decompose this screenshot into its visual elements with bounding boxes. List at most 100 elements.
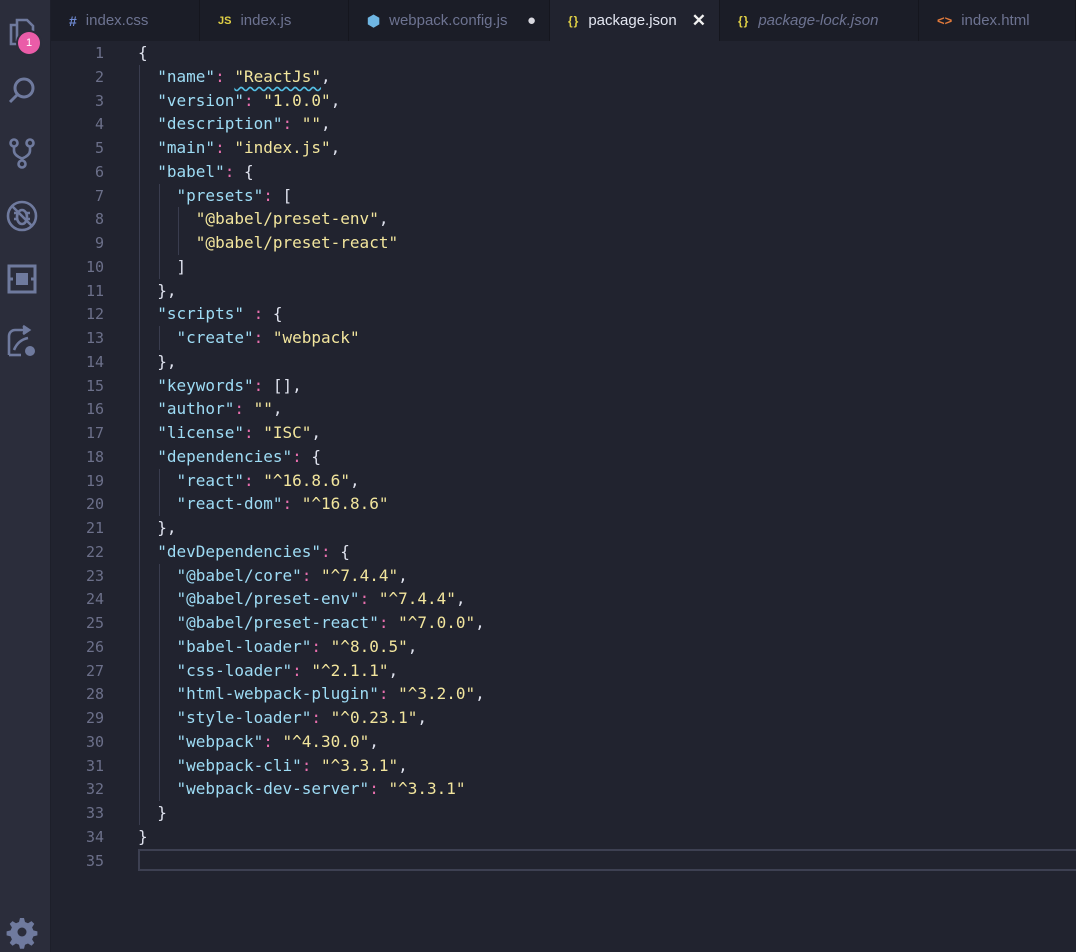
code-line[interactable]: 8 "@babel/preset-env", bbox=[52, 207, 1076, 232]
code-line[interactable]: 22 "devDependencies": { bbox=[52, 539, 1076, 564]
code-line[interactable]: 26 "babel-loader": "^8.0.5", bbox=[52, 634, 1076, 659]
line-number: 21 bbox=[85, 519, 104, 537]
code-text: "webpack-dev-server": "^3.3.1" bbox=[176, 779, 466, 799]
code-text: }, bbox=[138, 280, 177, 300]
tab-package-lock-json[interactable]: {} package-lock.json bbox=[720, 0, 919, 41]
code-line[interactable]: 5 "main": "index.js", bbox=[52, 136, 1076, 160]
line-number: 30 bbox=[85, 732, 104, 751]
code-line[interactable]: 24 "@babel/preset-env": "^7.4.4", bbox=[52, 587, 1076, 612]
code-text: "webpack": "^4.30.0", bbox=[176, 731, 379, 751]
code-line[interactable]: 30 "webpack": "^4.30.0", bbox=[52, 729, 1076, 754]
code-line[interactable]: 21 }, bbox=[52, 516, 1076, 540]
code-line[interactable]: 33 } bbox=[52, 801, 1076, 825]
line-number: 12 bbox=[85, 305, 104, 324]
code-line[interactable]: 28 "html-webpack-plugin": "^3.2.0", bbox=[52, 682, 1076, 707]
tab-label: package-lock.json bbox=[758, 12, 879, 29]
line-number: 14 bbox=[85, 352, 104, 371]
code-line[interactable]: 20 "react-dom": "^16.8.6" bbox=[52, 492, 1076, 517]
source-control-icon[interactable] bbox=[4, 135, 40, 171]
code-text: "keywords": [], bbox=[157, 375, 302, 395]
explorer-badge: 1 bbox=[18, 32, 40, 54]
tab-label: index.css bbox=[85, 12, 149, 29]
code-text: }, bbox=[138, 351, 177, 371]
tab-label: index.js bbox=[240, 12, 292, 29]
code-text: "webpack-cli": "^3.3.1", bbox=[176, 755, 408, 775]
code-text: "devDependencies": { bbox=[157, 541, 350, 561]
code-text: "@babel/preset-env", bbox=[195, 209, 389, 229]
code-line[interactable]: 12 "scripts" : { bbox=[52, 302, 1076, 327]
tab-index-css[interactable]: # index.css bbox=[51, 0, 200, 41]
tab-index-js[interactable]: JS index.js bbox=[200, 0, 349, 41]
line-number: 6 bbox=[94, 162, 104, 181]
line-number: 33 bbox=[85, 804, 104, 822]
line-number: 17 bbox=[85, 424, 104, 442]
code-line[interactable]: 31 "webpack-cli": "^3.3.1", bbox=[52, 753, 1076, 778]
code-line[interactable]: 32 "webpack-dev-server": "^3.3.1" bbox=[52, 777, 1076, 802]
json-file-icon: {} bbox=[568, 13, 580, 28]
tab-package-json[interactable]: {} package.json ✕ bbox=[550, 0, 720, 41]
code-line[interactable]: 13 "create": "webpack" bbox=[52, 326, 1076, 350]
settings-gear-icon[interactable] bbox=[4, 914, 40, 950]
line-number: 31 bbox=[85, 756, 104, 775]
code-line[interactable]: 11 }, bbox=[52, 278, 1076, 303]
code-line[interactable]: 17 "license": "ISC", bbox=[52, 421, 1076, 445]
line-number: 24 bbox=[85, 590, 104, 609]
line-number: 3 bbox=[94, 91, 104, 110]
tab-webpack-config[interactable]: ⬢ webpack.config.js ● bbox=[349, 0, 550, 41]
tab-bar: # index.css JS index.js ⬢ webpack.config… bbox=[51, 0, 1076, 41]
code-line[interactable]: 18 "dependencies": { bbox=[52, 444, 1076, 469]
webpack-file-icon: ⬢ bbox=[367, 12, 381, 30]
unsaved-dot-icon[interactable]: ● bbox=[527, 0, 536, 41]
code-line[interactable]: 6 "babel": { bbox=[52, 159, 1076, 184]
code-text: "style-loader": "^0.23.1", bbox=[176, 708, 428, 727]
code-line[interactable]: 15 "keywords": [], bbox=[52, 373, 1076, 398]
code-text: "@babel/preset-react": "^7.0.0", bbox=[176, 613, 485, 632]
tab-index-html[interactable]: <> index.html bbox=[919, 0, 1076, 41]
line-number: 25 bbox=[85, 614, 104, 632]
code-line[interactable]: 29 "style-loader": "^0.23.1", bbox=[52, 706, 1076, 730]
line-number: 10 bbox=[85, 257, 104, 276]
code-line[interactable]: 10 ] bbox=[52, 254, 1076, 279]
tab-label: package.json bbox=[588, 12, 677, 29]
code-text: "presets": [ bbox=[176, 185, 293, 205]
code-line[interactable]: 7 "presets": [ bbox=[52, 183, 1076, 208]
code-editor[interactable]: 1{2 "name": "ReactJs", 3 "version": "1.0.… bbox=[52, 41, 1076, 952]
line-number: 8 bbox=[94, 210, 104, 229]
code-line[interactable]: 23 "@babel/core": "^7.4.4", bbox=[52, 563, 1076, 588]
code-line[interactable]: 25 "@babel/preset-react": "^7.0.0", bbox=[52, 611, 1076, 635]
search-icon[interactable] bbox=[4, 73, 40, 109]
code-text: { bbox=[138, 43, 148, 62]
tab-label: index.html bbox=[961, 12, 1030, 29]
line-number: 35 bbox=[85, 851, 104, 870]
code-text: "name": "ReactJs", bbox=[157, 66, 331, 86]
code-line[interactable]: 9 "@babel/preset-react" bbox=[52, 231, 1076, 255]
code-line[interactable]: 16 "author": "", bbox=[52, 397, 1076, 422]
code-line[interactable]: 19 "react": "^16.8.6", bbox=[52, 468, 1076, 493]
code-text: "license": "ISC", bbox=[157, 423, 322, 442]
line-number: 22 bbox=[85, 542, 104, 561]
remote-explorer-icon[interactable] bbox=[4, 324, 40, 360]
code-line[interactable]: 14 }, bbox=[52, 349, 1076, 374]
extensions-icon[interactable] bbox=[4, 261, 40, 297]
line-number: 16 bbox=[85, 400, 104, 419]
code-line[interactable]: 34} bbox=[52, 825, 1076, 849]
line-number: 2 bbox=[94, 67, 104, 86]
line-number: 18 bbox=[85, 447, 104, 466]
tab-label: webpack.config.js bbox=[389, 12, 508, 29]
js-file-icon: JS bbox=[218, 14, 232, 27]
line-number: 26 bbox=[85, 637, 104, 656]
code-line[interactable]: 35 bbox=[52, 849, 1076, 873]
code-line[interactable]: 27 "css-loader": "^2.1.1", bbox=[52, 658, 1076, 683]
close-icon[interactable]: ✕ bbox=[692, 0, 706, 41]
code-line[interactable]: 4 "description": "", bbox=[52, 112, 1076, 137]
debug-icon[interactable] bbox=[4, 198, 40, 234]
line-number: 27 bbox=[85, 661, 104, 680]
code-line[interactable]: 1{ bbox=[52, 41, 1076, 65]
code-text: "@babel/preset-react" bbox=[195, 233, 399, 252]
line-number: 13 bbox=[85, 329, 104, 347]
code-text: "babel": { bbox=[157, 161, 254, 181]
code-line[interactable]: 3 "version": "1.0.0", bbox=[52, 88, 1076, 113]
line-number: 34 bbox=[85, 827, 104, 846]
code-line[interactable]: 2 "name": "ReactJs", bbox=[52, 64, 1076, 89]
code-text: "dependencies": { bbox=[157, 446, 322, 466]
